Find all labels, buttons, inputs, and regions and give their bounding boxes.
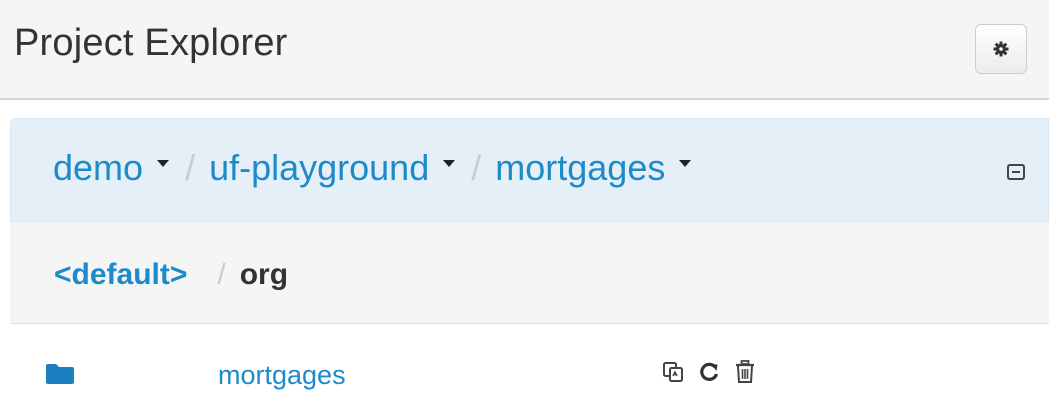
package-path-bar: <default> / org xyxy=(10,222,1049,324)
collapse-icon[interactable] xyxy=(1007,164,1025,180)
package-breadcrumb: <default> / org xyxy=(54,258,288,292)
row-actions xyxy=(662,360,756,384)
chevron-down-icon xyxy=(679,159,692,167)
chevron-down-icon xyxy=(443,159,456,167)
folder-name-link[interactable]: mortgages xyxy=(218,360,346,391)
list-item: mortgages xyxy=(10,324,1049,417)
copy-button[interactable] xyxy=(662,361,684,383)
breadcrumb-separator: / xyxy=(471,147,482,188)
delete-button[interactable] xyxy=(734,360,756,384)
page-title: Project Explorer xyxy=(14,22,288,64)
path-separator: / xyxy=(217,258,226,291)
project-breadcrumb-bar: demo / uf-playground / mortgages xyxy=(10,118,1049,222)
breadcrumb-project-dropdown[interactable]: mortgages xyxy=(495,147,692,189)
folder-icon[interactable] xyxy=(46,364,74,384)
gear-icon xyxy=(993,41,1009,57)
path-current-label: org xyxy=(239,258,289,291)
breadcrumb: demo / uf-playground / mortgages xyxy=(53,147,692,189)
path-root-link[interactable]: <default> xyxy=(54,258,187,292)
breadcrumb-separator: / xyxy=(185,147,196,188)
breadcrumb-organization-label: demo xyxy=(53,147,144,188)
chevron-down-icon xyxy=(157,159,170,167)
breadcrumb-project-label: mortgages xyxy=(495,147,666,188)
explorer-header: Project Explorer xyxy=(0,0,1049,100)
settings-button[interactable] xyxy=(975,24,1027,74)
trash-icon xyxy=(736,360,754,383)
copy-icon xyxy=(663,362,683,382)
breadcrumb-repository-dropdown[interactable]: uf-playground xyxy=(209,147,456,189)
refresh-icon xyxy=(700,362,719,381)
refresh-button[interactable] xyxy=(698,361,720,383)
breadcrumb-organization-dropdown[interactable]: demo xyxy=(53,147,170,189)
breadcrumb-repository-label: uf-playground xyxy=(209,147,430,188)
